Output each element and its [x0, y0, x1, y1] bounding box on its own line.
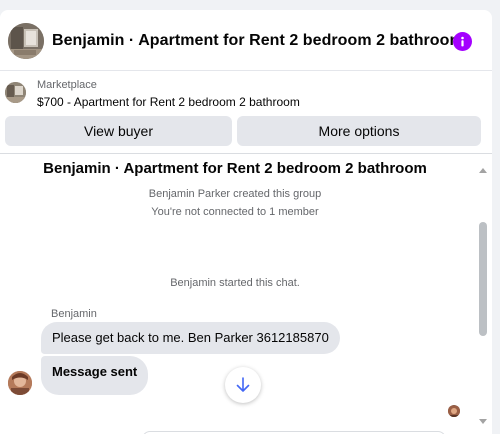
header-divider — [0, 153, 492, 154]
info-icon[interactable] — [453, 32, 472, 51]
connection-notice: You're not connected to 1 member — [151, 206, 319, 218]
sender-photo — [8, 371, 32, 395]
conversation-panel: Benjamin · Apartment for Rent 2 bedroom … — [0, 10, 492, 434]
listing-title[interactable]: $700 - Apartment for Rent 2 bedroom 2 ba… — [37, 95, 300, 109]
view-buyer-button[interactable]: View buyer — [5, 116, 232, 146]
message-bubble[interactable]: Please get back to me. Ben Parker 361218… — [41, 322, 340, 354]
messenger-window: Benjamin · Apartment for Rent 2 bedroom … — [0, 0, 500, 434]
read-receipt-photo — [448, 406, 460, 417]
sender-avatar[interactable] — [8, 371, 32, 395]
top-strip — [0, 0, 500, 10]
apartment-photo — [8, 23, 44, 59]
more-options-button[interactable]: More options — [237, 116, 481, 146]
scroll-up-arrow-icon[interactable] — [479, 168, 487, 173]
group-created-notice: Benjamin Parker created this group — [148, 188, 322, 200]
scrollbar-thumb[interactable] — [479, 222, 487, 336]
scroll-down-arrow-icon[interactable] — [479, 419, 487, 424]
arrow-down-icon — [236, 377, 250, 392]
listing-thumbnail[interactable] — [5, 82, 26, 103]
listing-photo — [5, 82, 26, 103]
chat-scrollbar[interactable] — [476, 160, 490, 434]
chat-intro-title: Benjamin · Apartment for Rent 2 bedroom … — [43, 160, 427, 177]
chat-started-notice: Benjamin started this chat. — [170, 277, 300, 289]
info-glyph — [461, 36, 464, 47]
conversation-title[interactable]: Benjamin · Apartment for Rent 2 bedroom … — [52, 32, 464, 50]
scroll-to-bottom-button[interactable] — [225, 367, 261, 403]
message-bubble[interactable]: Message sent — [41, 356, 148, 395]
conversation-header: Benjamin · Apartment for Rent 2 bedroom … — [0, 10, 492, 71]
read-receipt-avatar — [448, 405, 460, 417]
sender-name: Benjamin — [51, 308, 97, 320]
group-avatar[interactable] — [8, 23, 44, 59]
marketplace-label: Marketplace — [37, 79, 97, 91]
